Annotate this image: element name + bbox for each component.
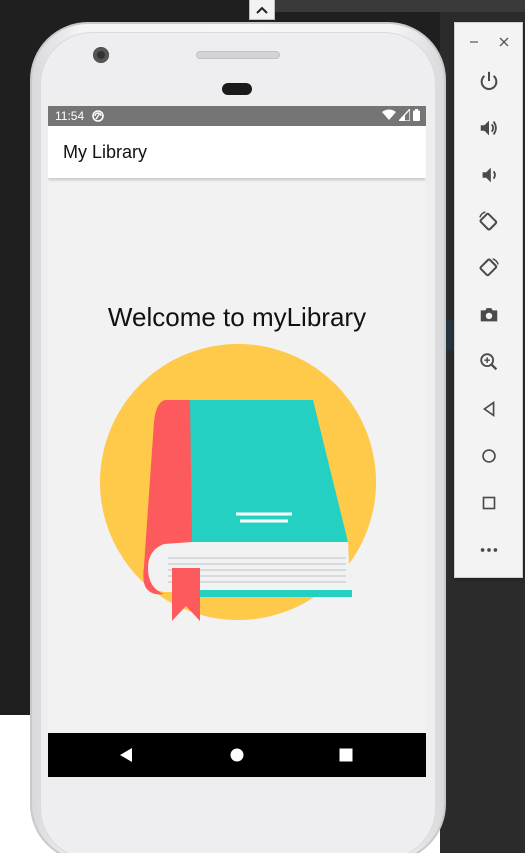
- volume-down-icon: [482, 167, 496, 183]
- scroll-up-button[interactable]: [249, 0, 275, 20]
- emulator-back-button[interactable]: [472, 392, 506, 426]
- signal-icon: [399, 109, 410, 121]
- home-icon: [482, 449, 496, 463]
- minimize-button[interactable]: [463, 31, 485, 53]
- recents-icon: [339, 748, 353, 762]
- close-button[interactable]: [493, 31, 515, 53]
- rotate-left-icon: [479, 211, 498, 231]
- rotate-right-icon: [479, 258, 499, 277]
- wifi-icon: [382, 109, 396, 120]
- front-camera: [93, 47, 109, 63]
- zoom-button[interactable]: [472, 345, 506, 379]
- battery-icon: [413, 109, 420, 121]
- nav-recents-button[interactable]: [316, 733, 376, 777]
- camera-icon: [480, 308, 498, 322]
- back-icon: [482, 400, 495, 418]
- book-bottom-cover: [190, 590, 352, 597]
- overview-icon: [482, 496, 496, 510]
- emulator-overview-button[interactable]: [472, 486, 506, 520]
- minimize-icon: [470, 41, 478, 43]
- top-window-strip: [275, 0, 525, 12]
- navigation-bar: [48, 733, 426, 777]
- app-title: My Library: [63, 141, 148, 162]
- nav-home-button[interactable]: [207, 733, 267, 777]
- home-icon: [230, 748, 244, 762]
- emulator-toolbar: [454, 22, 523, 578]
- rotate-left-button[interactable]: [472, 204, 506, 238]
- power-button[interactable]: [472, 64, 506, 98]
- welcome-text: Welcome to myLibrary: [107, 302, 367, 332]
- nav-back-button[interactable]: [96, 733, 156, 777]
- volume-up-icon: [480, 120, 497, 136]
- rotate-right-button[interactable]: [472, 251, 506, 285]
- book-illustration: [100, 344, 376, 621]
- power-icon: [480, 71, 498, 90]
- more-button[interactable]: [472, 533, 506, 567]
- back-icon: [120, 748, 132, 762]
- more-icon: [480, 548, 498, 552]
- device-screen: 11:54 My Library Welcome to myLibrary: [48, 106, 426, 777]
- speaker-grille: [196, 51, 280, 59]
- zoom-icon: [480, 353, 498, 371]
- desktop-strip: [446, 320, 454, 350]
- close-icon: [499, 37, 509, 47]
- volume-up-button[interactable]: [472, 111, 506, 145]
- status-bar: 11:54: [48, 106, 426, 126]
- status-icons: [382, 109, 420, 121]
- emulator-home-button[interactable]: [472, 439, 506, 473]
- status-time: 11:54: [55, 109, 85, 123]
- notification-icon: [92, 110, 104, 122]
- app-bar: My Library: [48, 126, 426, 178]
- screenshot-button[interactable]: [472, 298, 506, 332]
- bookmark-ribbon: [172, 568, 200, 621]
- volume-down-button[interactable]: [472, 158, 506, 192]
- earpiece: [222, 83, 252, 95]
- chevron-up-icon: [256, 6, 268, 14]
